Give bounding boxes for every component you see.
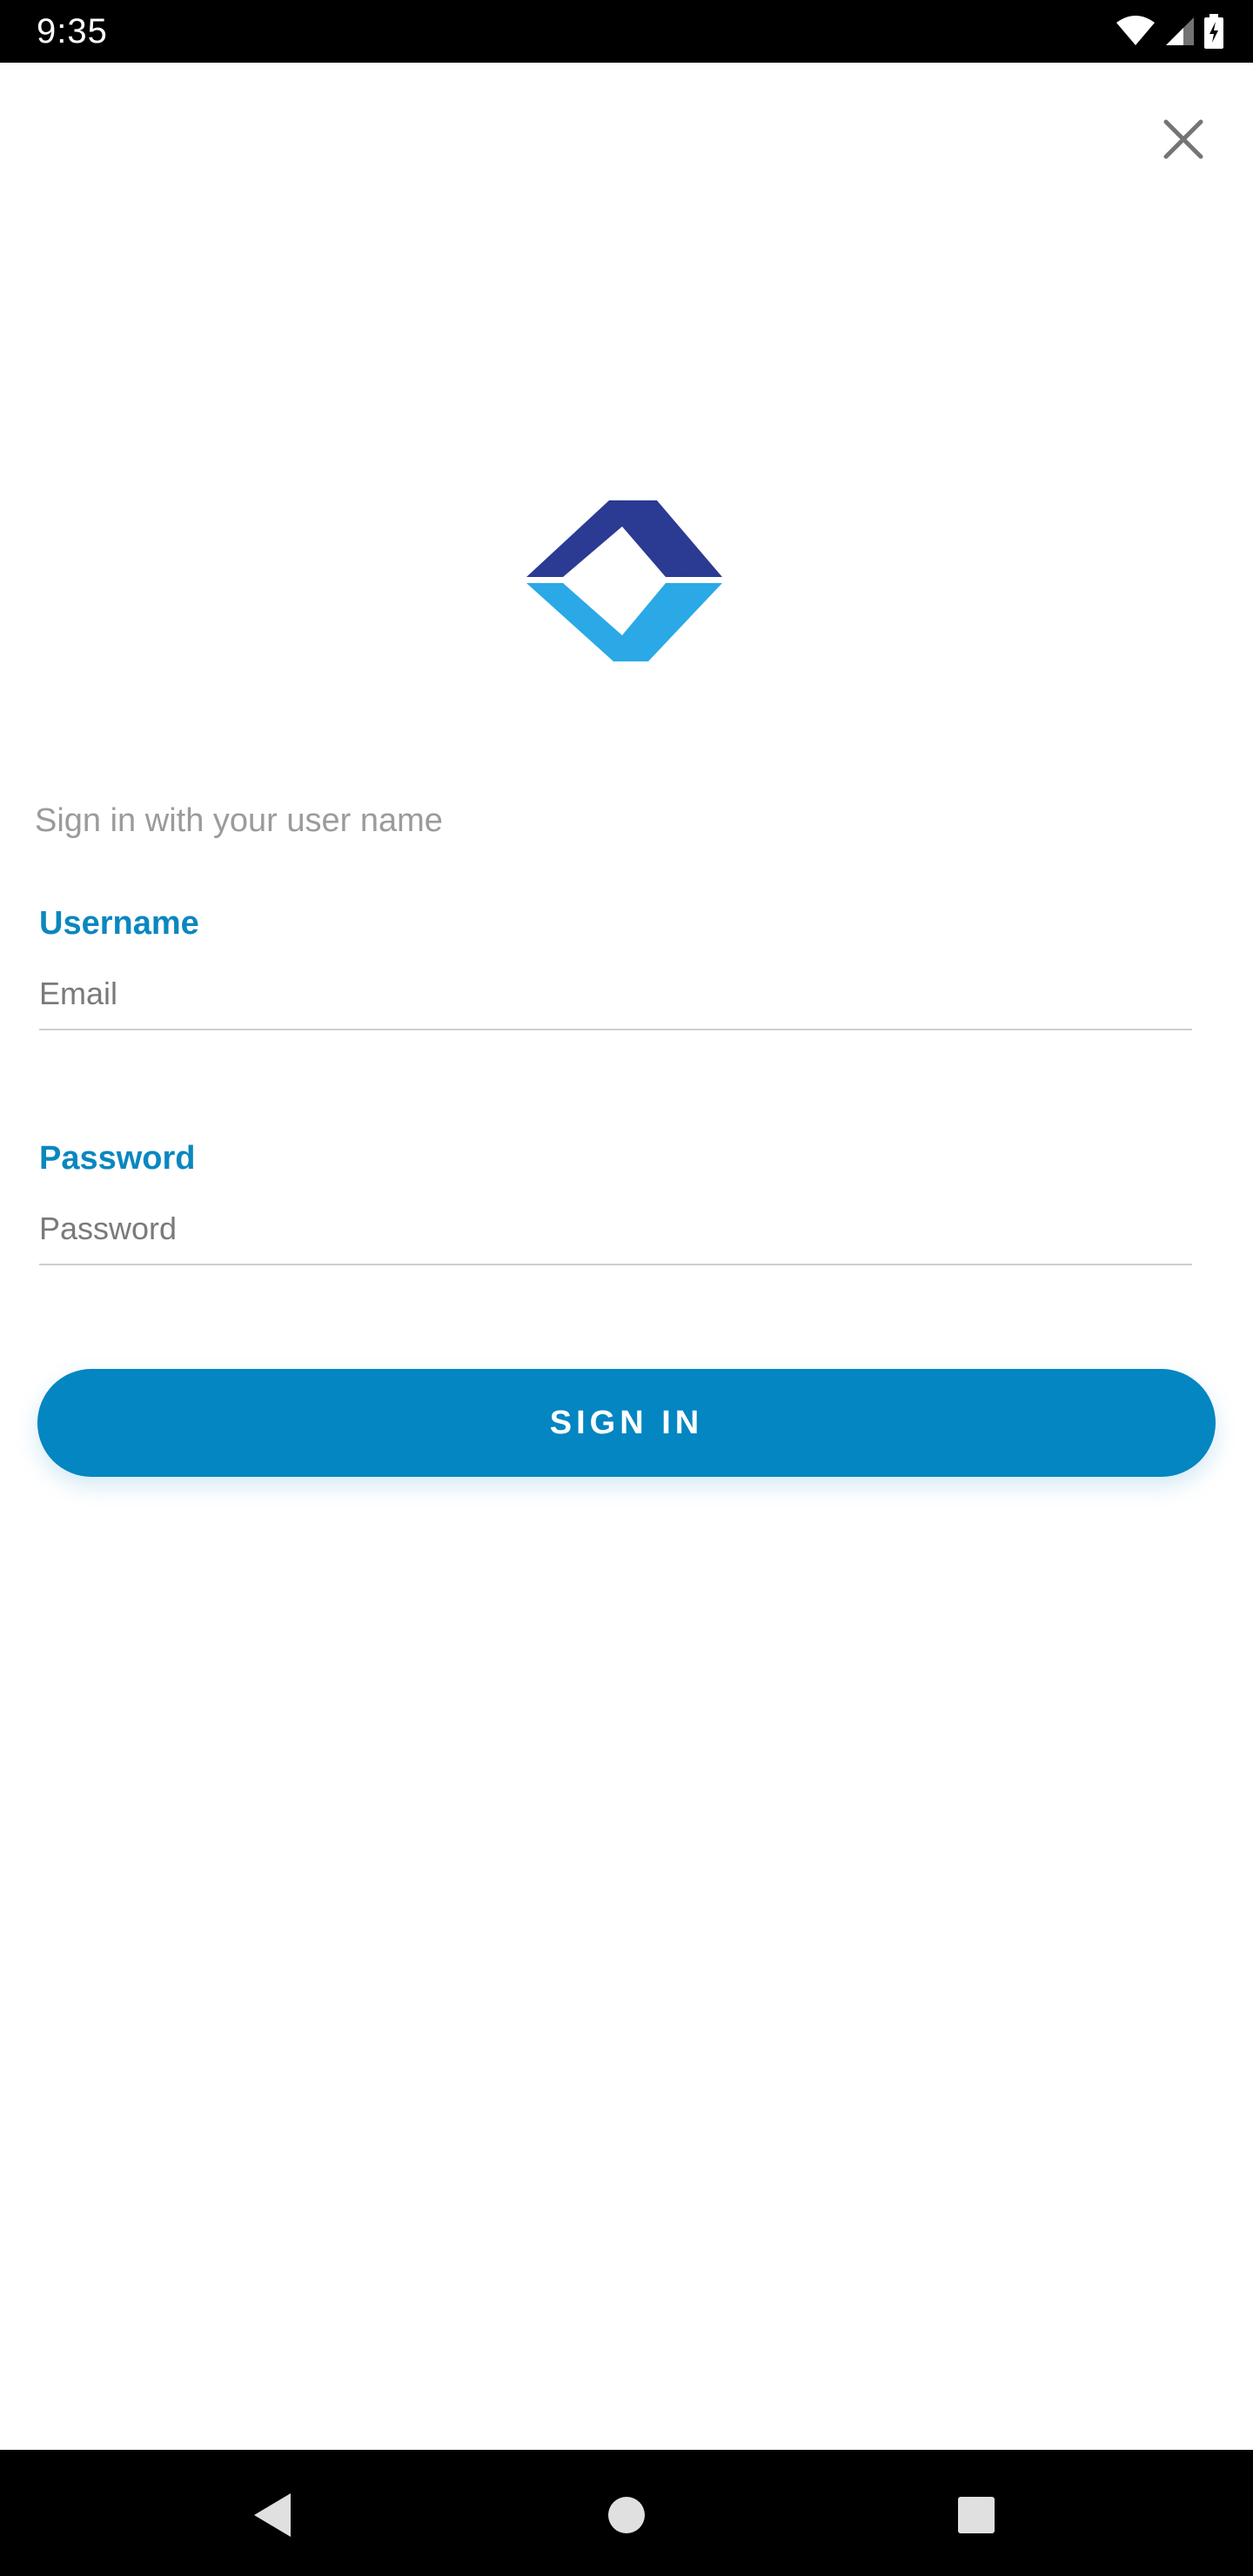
status-bar: 9:35	[0, 0, 1253, 63]
home-icon	[608, 2497, 645, 2533]
close-button[interactable]	[1149, 104, 1218, 174]
battery-charging-icon	[1204, 14, 1223, 49]
signal-icon	[1164, 16, 1196, 47]
sign-in-button[interactable]: SIGN IN	[37, 1369, 1216, 1477]
nav-back-button[interactable]	[233, 2476, 312, 2554]
nav-home-button[interactable]	[587, 2476, 666, 2554]
back-icon	[254, 2493, 291, 2537]
password-label: Password	[39, 1140, 196, 1177]
sign-in-screen: 9:35 Sign in with your user name Usernam…	[0, 0, 1253, 2576]
status-time: 9:35	[37, 12, 108, 50]
navigation-bar	[0, 2450, 1253, 2576]
wifi-icon	[1116, 16, 1156, 47]
username-input[interactable]	[39, 959, 1192, 1030]
app-logo	[526, 500, 722, 661]
close-icon	[1163, 119, 1203, 159]
username-label: Username	[39, 905, 199, 942]
recents-icon	[958, 2497, 995, 2533]
password-input[interactable]	[39, 1194, 1192, 1265]
nav-recents-button[interactable]	[937, 2476, 1015, 2554]
status-icons	[1116, 10, 1223, 52]
sign-in-subtitle: Sign in with your user name	[35, 802, 443, 839]
